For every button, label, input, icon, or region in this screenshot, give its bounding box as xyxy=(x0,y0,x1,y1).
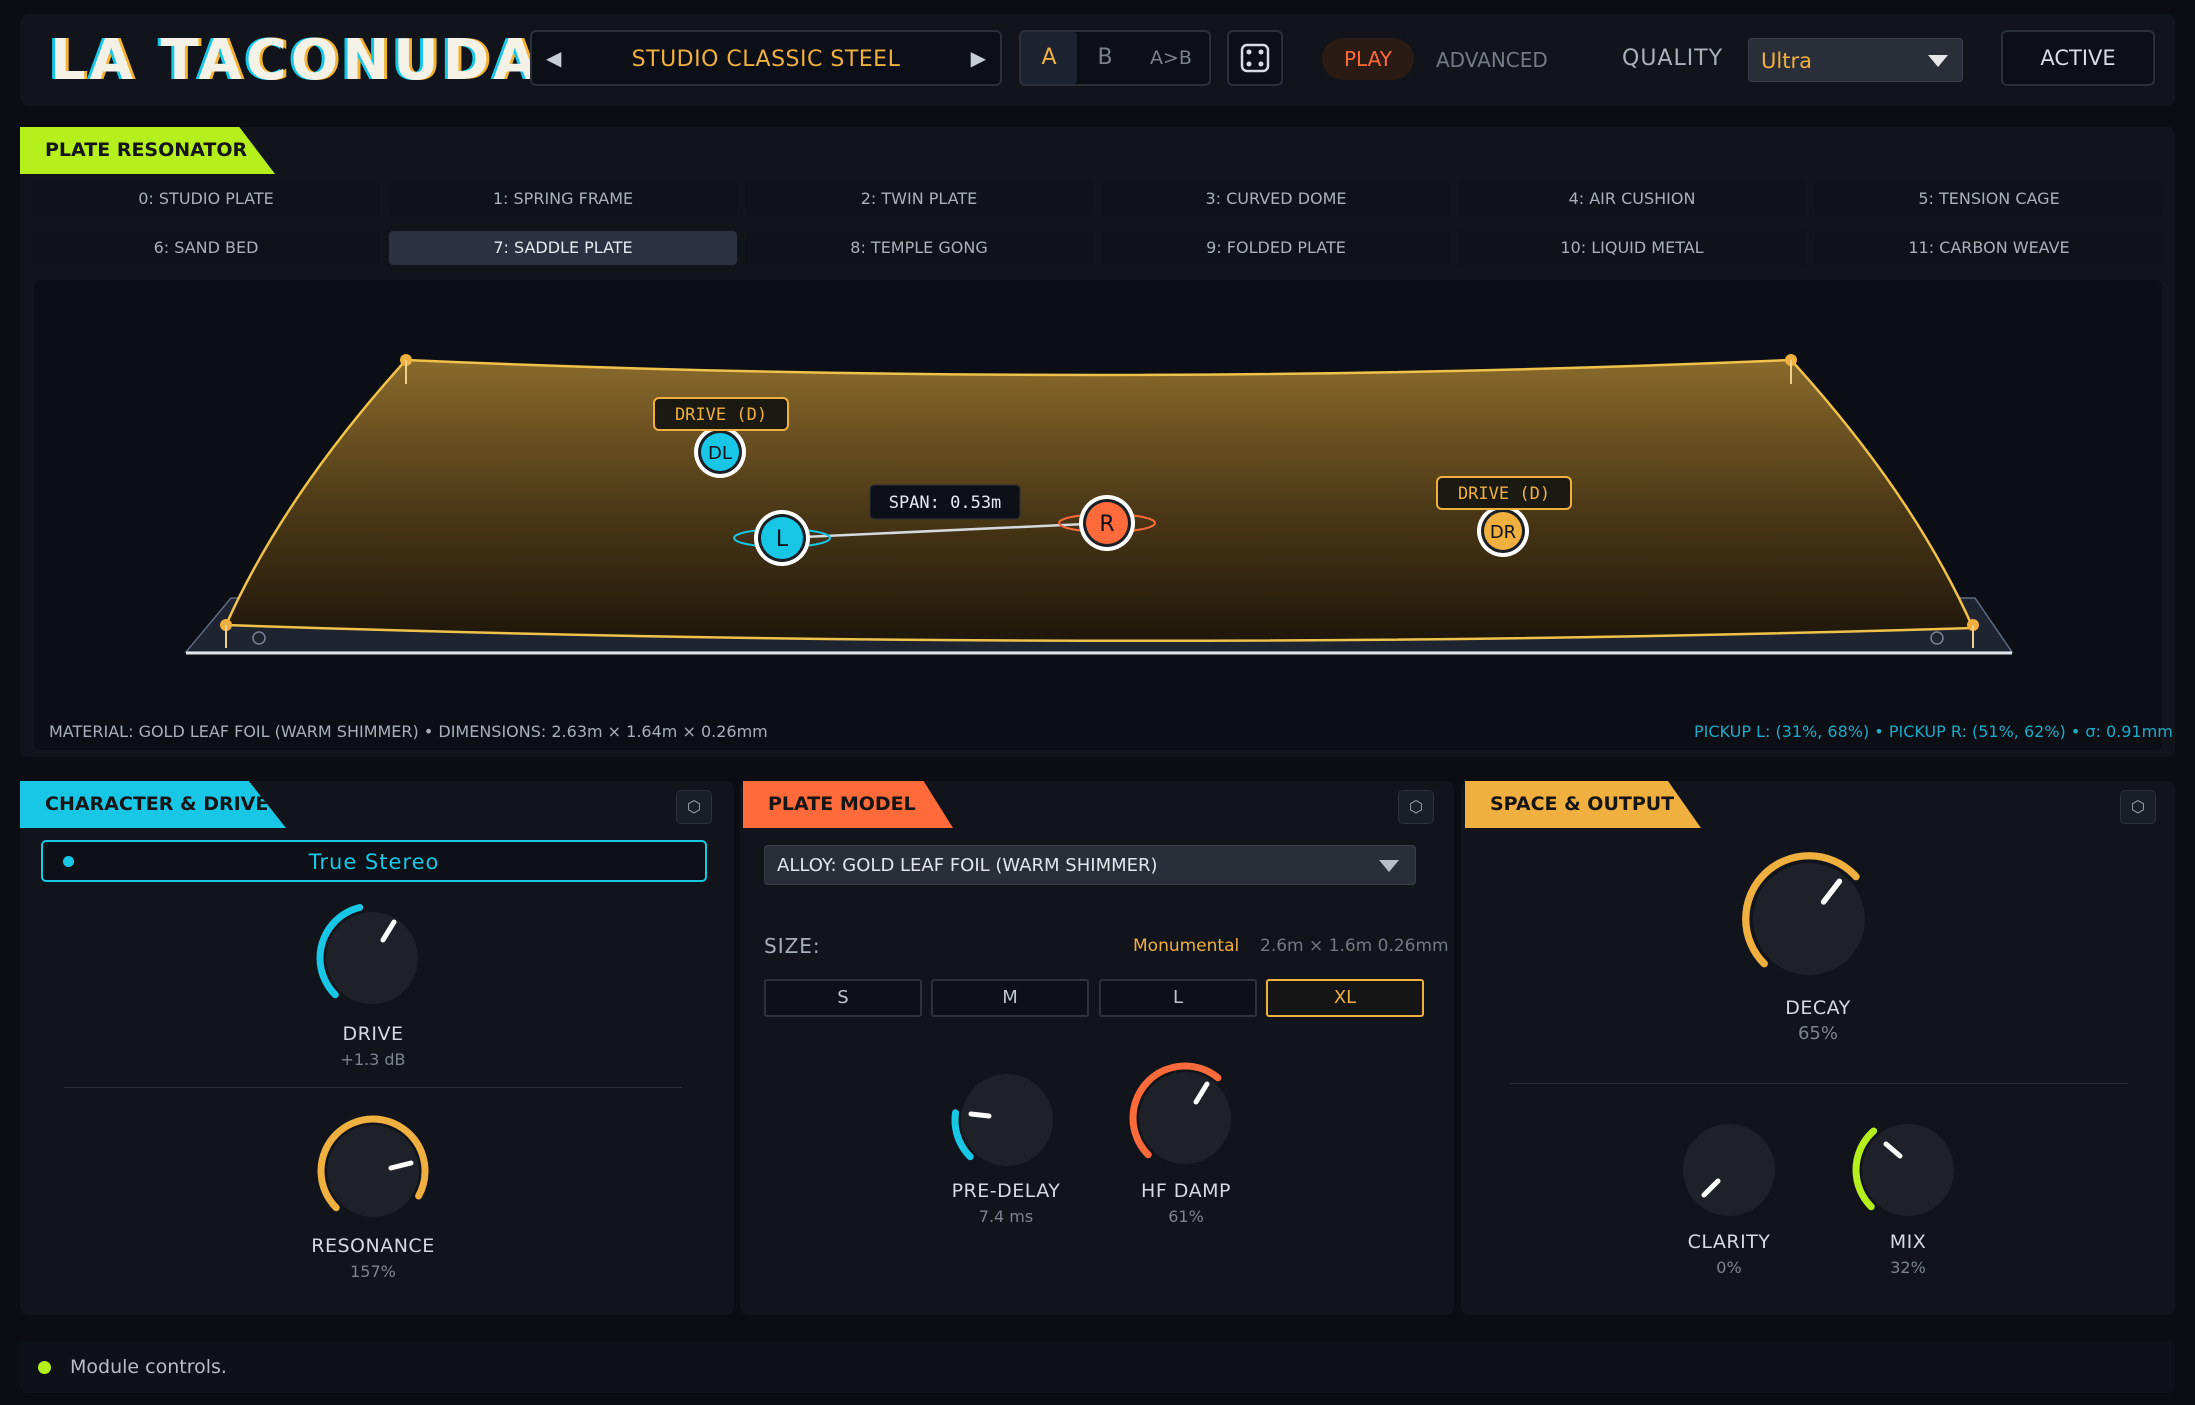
alloy-dropdown[interactable]: ALLOY: GOLD LEAF FOIL (WARM SHIMMER) xyxy=(764,845,1416,885)
plate-tab[interactable]: 5: TENSION CAGE xyxy=(1815,182,2163,216)
divider xyxy=(1510,1083,2128,1084)
status-text: Module controls. xyxy=(70,1356,227,1378)
mix-label: MIX xyxy=(1889,1231,1927,1253)
size-dimensions: 2.6m × 1.6m 0.26mm xyxy=(1260,936,1449,956)
dice-icon xyxy=(1240,43,1270,73)
status-indicator-icon xyxy=(38,1361,51,1374)
svg-text:R: R xyxy=(1099,512,1114,537)
plate-viewport[interactable]: L R DL DR DRIVE (D) DRIVE (D) SPAN: 0.53… xyxy=(34,280,2162,750)
predelay-label: PRE-DELAY xyxy=(951,1180,1061,1202)
module-3d-icon[interactable]: ⬡ xyxy=(676,790,712,824)
clarity-knob[interactable] xyxy=(1669,1110,1789,1234)
quality-dropdown[interactable]: Ultra xyxy=(1748,38,1963,82)
plate-tab[interactable]: 9: FOLDED PLATE xyxy=(1102,231,1450,265)
mix-knob[interactable] xyxy=(1848,1110,1968,1234)
module-3d-icon[interactable]: ⬡ xyxy=(2120,790,2156,824)
plate-tab[interactable]: 3: CURVED DOME xyxy=(1102,182,1450,216)
b-slot-button[interactable]: B xyxy=(1077,32,1133,84)
svg-text:DRIVE (D): DRIVE (D) xyxy=(675,405,767,425)
stereo-mode-label: True Stereo xyxy=(308,850,440,874)
material-info: MATERIAL: GOLD LEAF FOIL (WARM SHIMMER) … xyxy=(49,722,768,741)
plate-tab[interactable]: 0: STUDIO PLATE xyxy=(32,182,380,216)
hfdamp-label: HF DAMP xyxy=(1141,1180,1231,1202)
randomize-button[interactable] xyxy=(1227,30,1283,86)
svg-text:L: L xyxy=(776,527,789,552)
clarity-value: 0% xyxy=(1716,1258,1742,1277)
resonance-label: RESONANCE xyxy=(311,1235,435,1257)
span-readout: SPAN: 0.53m xyxy=(869,484,1021,520)
next-preset-icon[interactable]: ▶ xyxy=(971,46,986,70)
drive-knob[interactable] xyxy=(312,898,432,1022)
plate-tab[interactable]: 2: TWIN PLATE xyxy=(745,182,1093,216)
quality-label: QUALITY xyxy=(1622,46,1724,71)
svg-text:DRIVE (D): DRIVE (D) xyxy=(1458,484,1550,504)
app-logo: LA TACONUDA xyxy=(50,28,541,93)
pickup-info: PICKUP L: (31%, 68%) • PICKUP R: (51%, 6… xyxy=(1694,722,2173,741)
plate-tab[interactable]: 6: SAND BED xyxy=(32,231,380,265)
plate-tab[interactable]: 8: TEMPLE GONG xyxy=(745,231,1093,265)
predelay-pointer xyxy=(968,1111,992,1119)
plate-tab[interactable]: 11: CARBON WEAVE xyxy=(1815,231,2163,265)
decay-label: DECAY xyxy=(1785,997,1851,1019)
decay-value: 65% xyxy=(1797,1023,1838,1044)
stereo-mode-button[interactable]: True Stereo xyxy=(41,840,707,882)
predelay-value: 7.4 ms xyxy=(978,1207,1034,1226)
clarity-label: CLARITY xyxy=(1687,1231,1771,1253)
a-slot-button[interactable]: A xyxy=(1021,32,1077,84)
hfdamp-knob[interactable] xyxy=(1125,1058,1245,1182)
plate-3d-view: L R DL DR DRIVE (D) DRIVE (D) SPAN: 0.53… xyxy=(184,354,2014,655)
hfdamp-value: 61% xyxy=(1168,1207,1204,1226)
quality-value: Ultra xyxy=(1761,49,1812,73)
preset-selector[interactable]: ◀ STUDIO CLASSIC STEEL ▶ xyxy=(530,30,1002,86)
size-label: SIZE: xyxy=(764,934,821,958)
divider xyxy=(64,1087,682,1088)
character-drive-tag: CHARACTER & DRIVE xyxy=(20,781,286,828)
resonance-value: 157% xyxy=(350,1262,396,1281)
decay-knob[interactable] xyxy=(1736,846,1882,996)
advanced-mode-button[interactable]: ADVANCED xyxy=(1436,48,1548,72)
chevron-down-icon xyxy=(1379,860,1399,872)
size-l-button[interactable]: L xyxy=(1099,979,1257,1017)
svg-text:SPAN: 0.53m: SPAN: 0.53m xyxy=(889,493,1002,513)
size-xl-button[interactable]: XL xyxy=(1266,979,1424,1017)
mix-value: 32% xyxy=(1890,1258,1926,1277)
chevron-down-icon xyxy=(1928,55,1948,67)
size-s-button[interactable]: S xyxy=(764,979,922,1017)
drive-value: +1.3 dB xyxy=(340,1050,406,1069)
plate-tab[interactable]: 1: SPRING FRAME xyxy=(389,182,737,216)
predelay-knob[interactable] xyxy=(947,1060,1067,1184)
plate-tab[interactable]: 4: AIR CUSHION xyxy=(1458,182,1806,216)
ab-compare-group: A B A>B xyxy=(1019,30,1211,86)
status-bar xyxy=(20,1341,2175,1393)
plate-model-tag: PLATE MODEL xyxy=(743,781,953,828)
pickup-l-node[interactable]: L xyxy=(754,510,810,566)
drive-label: DRIVE xyxy=(342,1023,404,1045)
size-tier: Monumental xyxy=(1133,936,1240,956)
pickup-r-node[interactable]: R xyxy=(1079,495,1135,551)
preset-name[interactable]: STUDIO CLASSIC STEEL xyxy=(532,47,1000,72)
svg-text:DL: DL xyxy=(708,443,732,464)
drive-left-label: DRIVE (D) xyxy=(653,397,789,431)
plate-tab-selected[interactable]: 7: SADDLE PLATE xyxy=(389,231,737,265)
drive-left-node[interactable]: DL xyxy=(694,426,746,478)
svg-text:DR: DR xyxy=(1490,522,1516,543)
plate-resonator-tag: PLATE RESONATOR xyxy=(20,127,275,174)
module-3d-icon[interactable]: ⬡ xyxy=(1398,790,1434,824)
drive-right-label: DRIVE (D) xyxy=(1436,476,1572,510)
alloy-value: ALLOY: GOLD LEAF FOIL (WARM SHIMMER) xyxy=(777,855,1158,876)
plate-tab[interactable]: 10: LIQUID METAL xyxy=(1458,231,1806,265)
space-output-tag: SPACE & OUTPUT xyxy=(1465,781,1701,828)
size-m-button[interactable]: M xyxy=(931,979,1089,1017)
copy-a-to-b-button[interactable]: A>B xyxy=(1133,32,1209,84)
active-toggle-button[interactable]: ACTIVE xyxy=(2001,30,2155,86)
resonance-knob[interactable] xyxy=(313,1111,433,1235)
play-mode-button[interactable]: PLAY xyxy=(1322,38,1414,80)
drive-right-node[interactable]: DR xyxy=(1477,505,1529,557)
